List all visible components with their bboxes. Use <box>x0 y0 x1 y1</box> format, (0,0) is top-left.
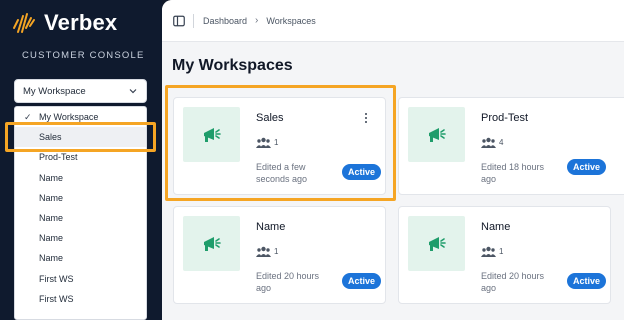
breadcrumb: Dashboard › Workspaces <box>203 15 316 26</box>
highlight-box <box>165 85 396 201</box>
highlight-box <box>5 122 156 152</box>
chevron-right-icon: › <box>255 15 259 26</box>
users-icon <box>481 246 496 257</box>
dropdown-item[interactable]: Name <box>15 248 146 268</box>
card-thumbnail <box>183 216 240 271</box>
top-bar: Dashboard › Workspaces <box>162 0 624 42</box>
console-label: CUSTOMER CONSOLE <box>22 50 145 61</box>
card-title: Name <box>481 221 511 233</box>
edited-time: Edited 20 hours ago <box>481 271 545 293</box>
card-title: Prod-Test <box>481 112 529 124</box>
megaphone-icon <box>203 236 221 251</box>
app-name: Verbex <box>44 10 118 35</box>
chevron-down-icon <box>129 89 137 94</box>
status-badge: Active <box>567 159 607 175</box>
card-thumbnail <box>408 216 465 271</box>
workspace-card-prod-test[interactable]: Prod-Test 4 Edited 18 hours ago Active <box>398 97 624 195</box>
app-logo[interactable]: Verbex <box>12 10 117 36</box>
dropdown-item[interactable]: Name <box>15 168 146 188</box>
sidebar: Verbex CUSTOMER CONSOLE My Workspace ✓ M… <box>0 0 162 320</box>
edited-time: Edited 20 hours ago <box>256 271 320 293</box>
card-title: Name <box>256 221 286 233</box>
dropdown-item[interactable]: Name <box>15 228 146 248</box>
waveform-icon <box>13 13 35 33</box>
workspace-select[interactable]: My Workspace <box>14 79 147 103</box>
workspace-card[interactable]: Name 1 Edited 20 hours ago Active <box>398 206 611 304</box>
status-badge: Active <box>567 273 607 289</box>
status-badge: Active <box>342 273 382 289</box>
dropdown-item[interactable]: First WS <box>15 269 146 289</box>
page-title: My Workspaces <box>172 57 293 74</box>
member-count: 4 <box>481 137 503 148</box>
breadcrumb-workspaces: Workspaces <box>266 15 316 26</box>
member-count: 1 <box>481 246 503 257</box>
users-icon <box>256 246 271 257</box>
divider <box>193 14 194 28</box>
workspace-card[interactable]: Name 1 Edited 20 hours ago Active <box>173 206 386 304</box>
breadcrumb-dashboard[interactable]: Dashboard <box>203 16 247 26</box>
megaphone-icon <box>428 127 446 142</box>
megaphone-icon <box>428 236 446 251</box>
sidebar-toggle-icon[interactable] <box>173 15 185 27</box>
users-icon <box>481 137 496 148</box>
edited-time: Edited 18 hours ago <box>481 162 545 184</box>
workspace-select-value: My Workspace <box>23 85 86 97</box>
card-thumbnail <box>408 107 465 162</box>
dropdown-item[interactable]: Name <box>15 188 146 208</box>
member-count: 1 <box>256 246 278 257</box>
dropdown-item[interactable]: First WS <box>15 289 146 309</box>
dropdown-item[interactable]: Name <box>15 208 146 228</box>
